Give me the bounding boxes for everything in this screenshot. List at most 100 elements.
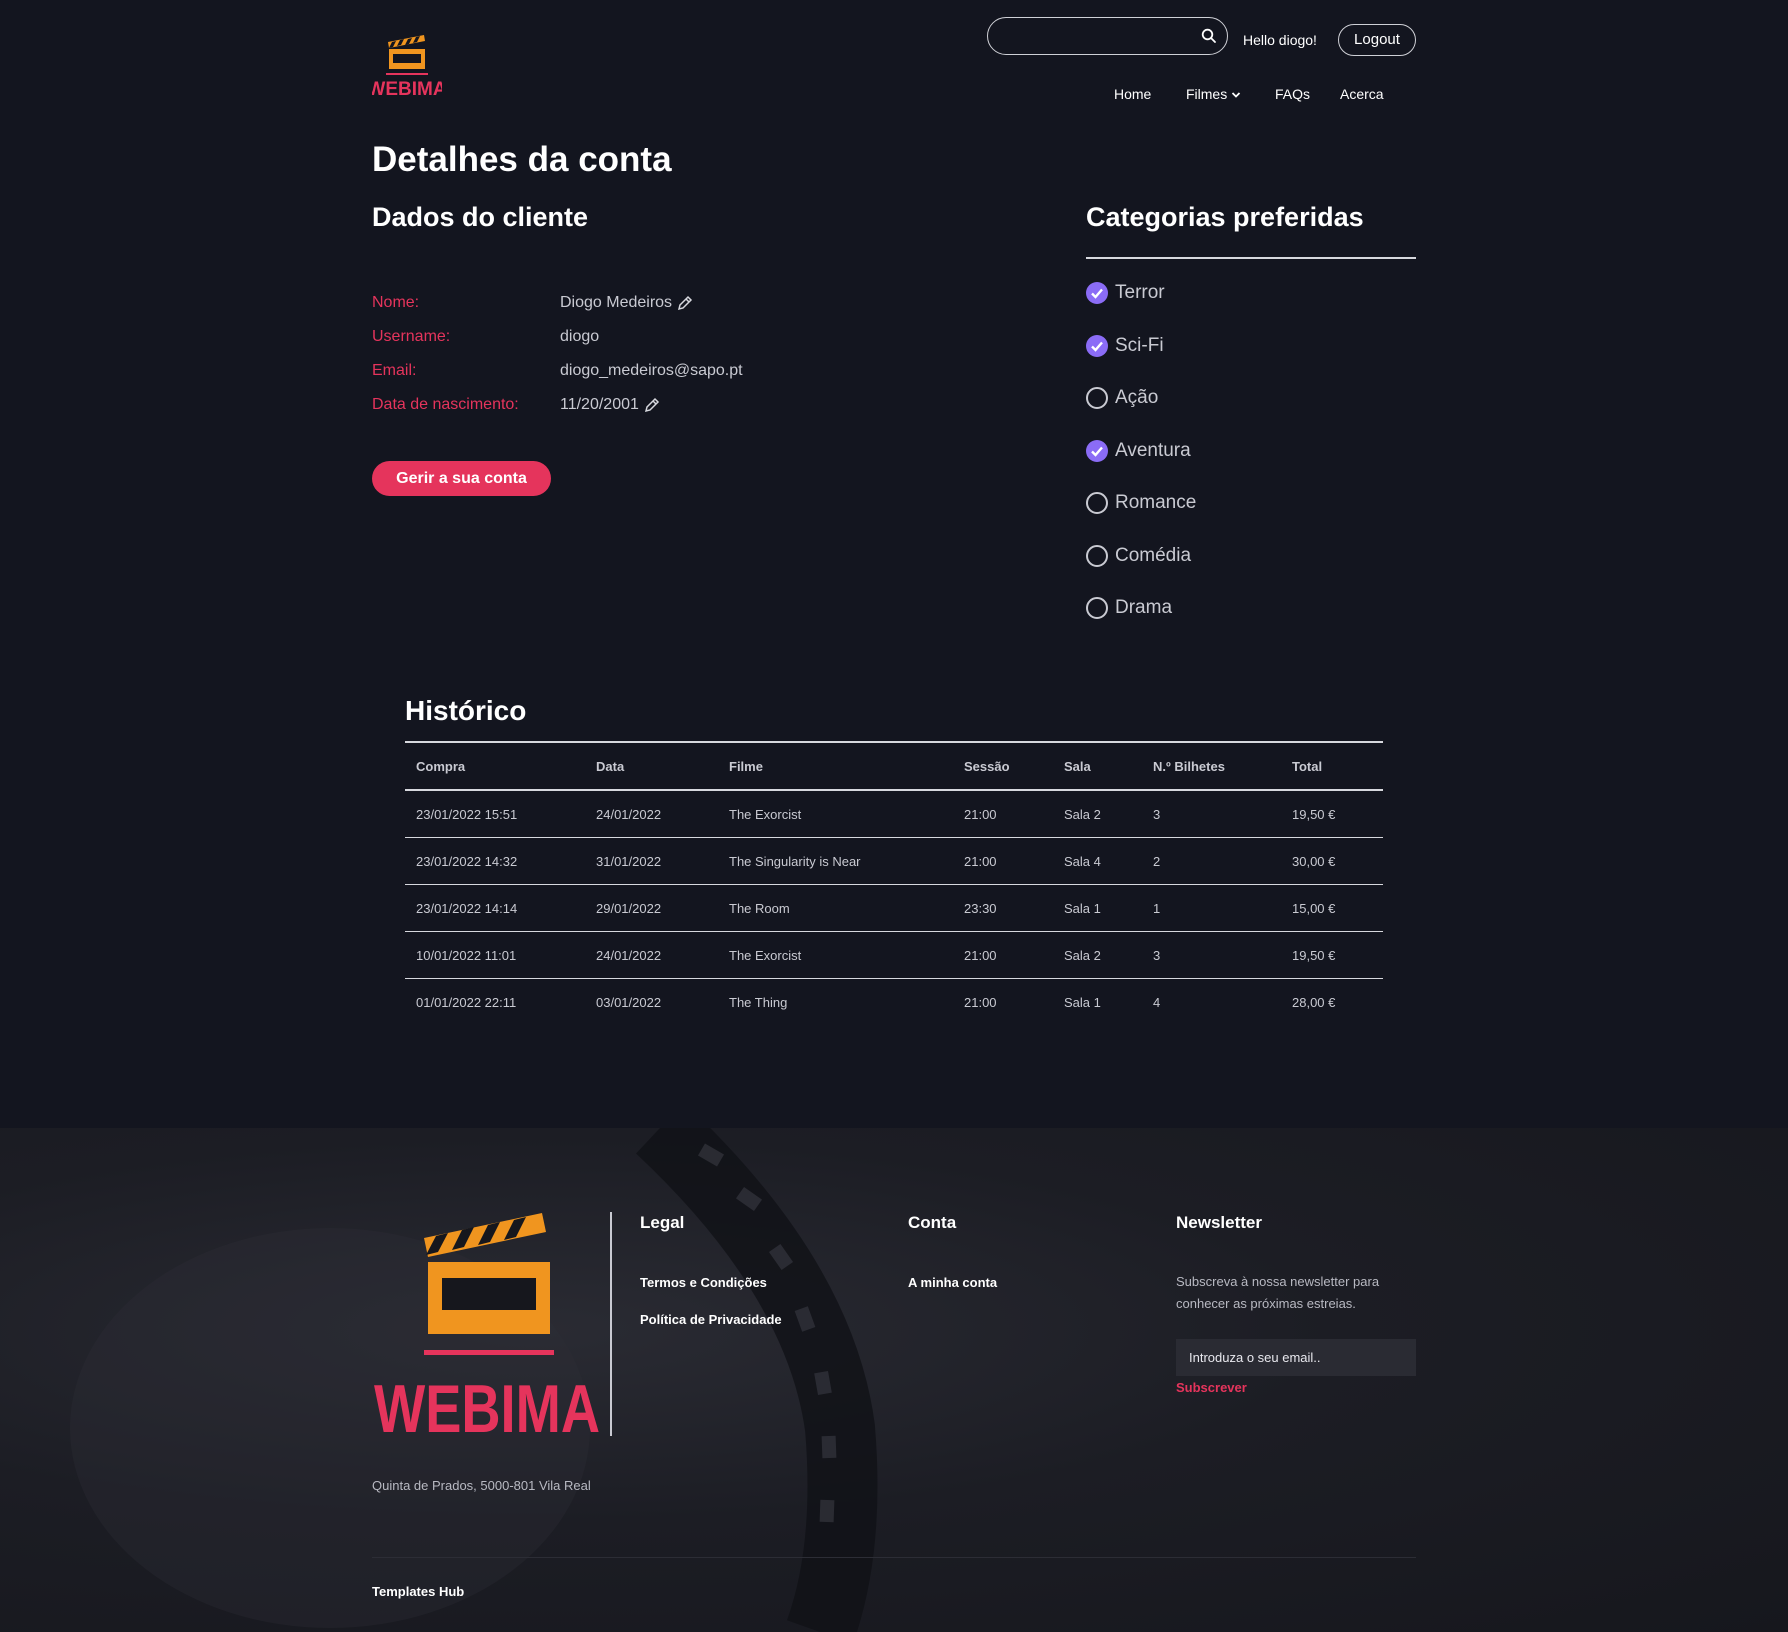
logout-button[interactable]: Logout <box>1338 24 1416 56</box>
checked-icon[interactable] <box>1086 335 1108 357</box>
greeting-text: Hello diogo! <box>1243 32 1317 48</box>
table-header-row: Compra Data Filme Sessão Sala N.º Bilhet… <box>405 742 1383 791</box>
nav-faqs[interactable]: FAQs <box>1275 86 1310 102</box>
column-header: Data <box>585 742 718 791</box>
category-label: Sci-Fi <box>1115 335 1164 356</box>
terms-link[interactable]: Termos e Condições <box>640 1275 767 1290</box>
column-header: Filme <box>718 742 953 791</box>
manage-account-button[interactable]: Gerir a sua conta <box>372 461 551 496</box>
table-cell: The Singularity is Near <box>718 837 953 885</box>
table-cell: 19,50 € <box>1281 931 1383 979</box>
table-cell: 23:30 <box>953 884 1053 932</box>
footer-logo-text: WEBIMA <box>374 1371 600 1440</box>
table-cell: 23/01/2022 14:32 <box>405 837 585 885</box>
table-cell: The Thing <box>729 994 788 1010</box>
privacy-link[interactable]: Política de Privacidade <box>640 1312 782 1327</box>
table-cell: Sala 1 <box>1053 884 1142 932</box>
search-input[interactable] <box>1000 26 1194 48</box>
table-cell: The Room <box>718 884 953 932</box>
webima-logo[interactable]: WEBIMA <box>367 32 447 102</box>
table-cell: 19,50 € <box>1281 790 1383 838</box>
footer-credit[interactable]: Templates Hub <box>372 1584 464 1599</box>
unchecked-icon[interactable] <box>1086 387 1108 409</box>
table-cell: 29/01/2022 <box>585 884 718 932</box>
unchecked-icon[interactable] <box>1086 492 1108 514</box>
table-cell: 4 <box>1153 994 1161 1010</box>
chevron-down-icon <box>1232 92 1241 99</box>
table-cell: The Exorcist <box>718 931 953 979</box>
table-row: 23/01/2022 14:32 31/01/2022 The Singular… <box>405 837 1383 885</box>
search-bar[interactable] <box>987 17 1228 55</box>
unchecked-icon[interactable] <box>1086 597 1108 619</box>
category-label: Comédia <box>1115 545 1192 566</box>
nav-filmes-label: Filmes <box>1186 86 1228 102</box>
table-cell: 23/01/2022 15:51 <box>405 790 585 838</box>
history-title: Histórico <box>405 695 527 726</box>
column-header: Total <box>1281 742 1383 791</box>
name-text: Diogo Medeiros <box>560 294 673 312</box>
unchecked-icon[interactable] <box>1086 545 1108 567</box>
table-row: 23/01/2022 14:14 29/01/2022 The Room 23:… <box>405 884 1383 932</box>
email-value: diogo_medeiros@sapo.pt <box>560 362 743 379</box>
table-cell: The Exorcist <box>718 790 953 838</box>
column-header: Sessão <box>953 742 1053 791</box>
table-row: 23/01/2022 15:51 24/01/2022 The Exorcist… <box>405 790 1383 838</box>
checked-icon[interactable] <box>1086 282 1108 304</box>
edit-birthdate-icon[interactable] <box>643 396 661 414</box>
legal-heading: Legal <box>640 1213 685 1232</box>
category-label: Drama <box>1115 597 1173 618</box>
table-cell: Sala 2 <box>1053 790 1142 838</box>
table-cell: 21:00 <box>953 931 1053 979</box>
username-label: Username: <box>372 328 451 345</box>
table-cell: Sala 2 <box>1053 931 1142 979</box>
table-cell: Sala 4 <box>1053 837 1142 885</box>
table-cell: 10/01/2022 11:01 <box>405 931 585 979</box>
nav-acerca[interactable]: Acerca <box>1340 86 1384 102</box>
table-cell: 28,00 € <box>1292 994 1336 1010</box>
table-cell: 23/01/2022 14:14 <box>405 884 585 932</box>
page-title: Detalhes da conta <box>372 140 672 179</box>
category-label: Terror <box>1115 282 1165 303</box>
table-cell: 31/01/2022 <box>585 837 718 885</box>
footer-logo[interactable]: WEBIMA <box>372 1210 602 1447</box>
newsletter-description: Subscreva à nossa newsletter para conhec… <box>1176 1274 1380 1311</box>
history-table: Compra Data Filme Sessão Sala N.º Bilhet… <box>405 741 1383 1025</box>
account-heading: Conta <box>908 1213 957 1232</box>
footer-bottom-divider <box>372 1557 1416 1558</box>
table-cell: 30,00 € <box>1281 837 1383 885</box>
footer-divider <box>610 1212 612 1436</box>
table-cell: 21:00 <box>964 994 997 1010</box>
table-cell: 2 <box>1142 837 1281 885</box>
table-cell: 21:00 <box>953 790 1053 838</box>
table-row: 01/01/2022 22:11 03/01/2022 The Thing 21… <box>405 979 1383 1026</box>
category-label: Romance <box>1115 492 1197 513</box>
table-cell: Sala 1 <box>1064 994 1101 1010</box>
categories-divider <box>1086 257 1416 259</box>
categories-title: Categorias preferidas <box>1086 202 1364 232</box>
checked-icon[interactable] <box>1086 440 1108 462</box>
column-header: N.º Bilhetes <box>1142 742 1281 791</box>
footer-address: Quinta de Prados, 5000-801 Vila Real <box>372 1478 591 1493</box>
edit-name-icon[interactable] <box>676 294 694 312</box>
newsletter-email-input[interactable] <box>1176 1339 1416 1376</box>
nav-home[interactable]: Home <box>1114 86 1151 102</box>
clapperboard-icon: WEBIMA <box>367 35 447 100</box>
table-cell: 21:00 <box>953 837 1053 885</box>
table-cell: 1 <box>1142 884 1281 932</box>
table-cell: 15,00 € <box>1281 884 1383 932</box>
birthdate-label: Data de nascimento: <box>372 396 519 413</box>
category-label: Ação <box>1115 387 1159 408</box>
search-icon[interactable] <box>1201 28 1217 44</box>
category-label: Aventura <box>1115 440 1191 461</box>
column-header: Sala <box>1053 742 1142 791</box>
table-row: 10/01/2022 11:01 24/01/2022 The Exorcist… <box>405 931 1383 979</box>
subscribe-button[interactable]: Subscrever <box>1176 1380 1247 1395</box>
my-account-link[interactable]: A minha conta <box>908 1275 997 1290</box>
table-cell: 3 <box>1142 931 1281 979</box>
newsletter-heading: Newsletter <box>1176 1213 1262 1232</box>
logo-text: WEBIMA <box>372 79 442 100</box>
email-label: Email: <box>372 362 417 379</box>
table-cell: 01/01/2022 22:11 <box>416 994 517 1010</box>
nav-filmes[interactable]: Filmes <box>1186 86 1241 102</box>
client-section-title: Dados do cliente <box>372 202 589 232</box>
